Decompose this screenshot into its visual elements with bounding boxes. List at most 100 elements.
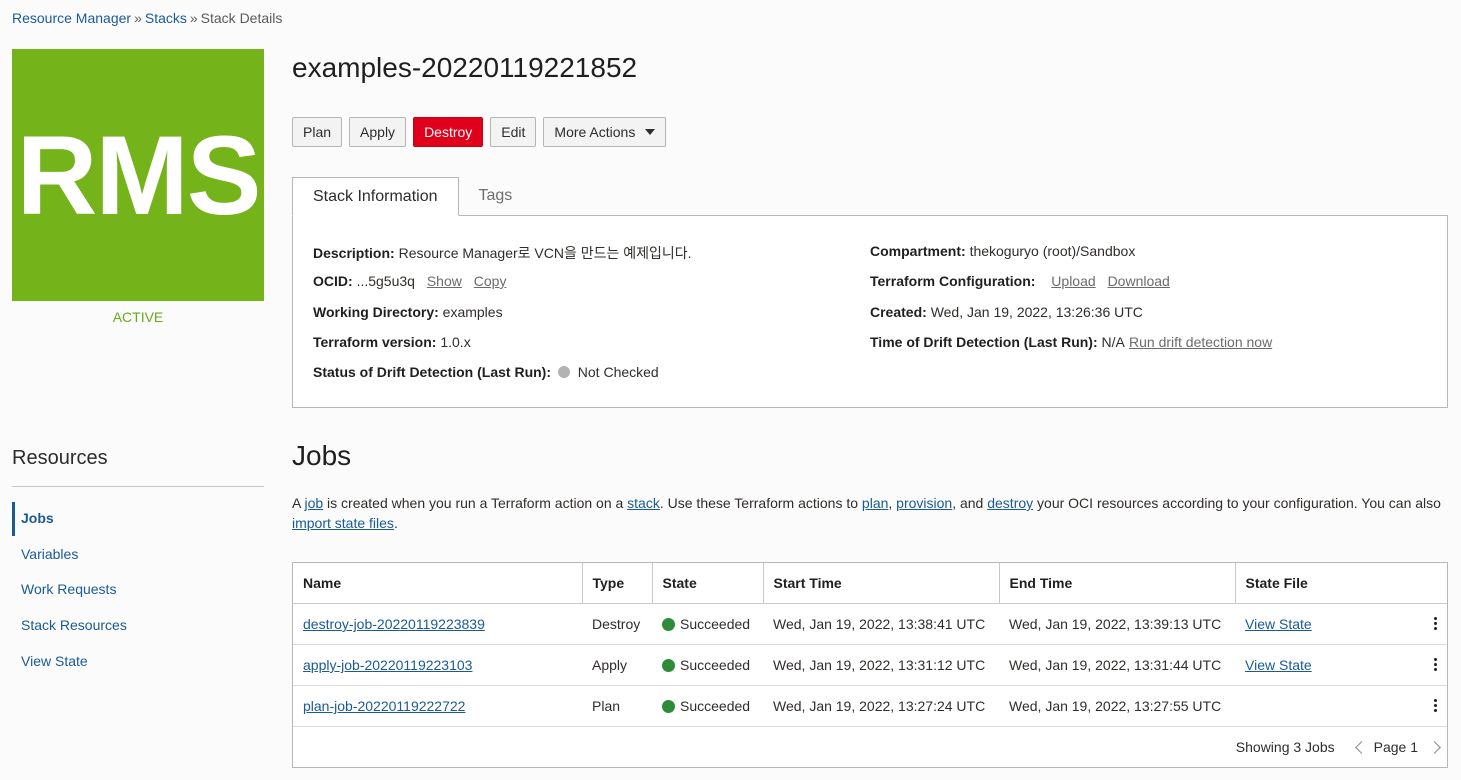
ocid-show-link[interactable]: Show: [427, 273, 462, 289]
success-dot-icon: [662, 618, 675, 631]
caret-down-icon: [645, 129, 656, 135]
showing-count: Showing 3 Jobs: [1235, 739, 1335, 755]
job-name-link[interactable]: apply-job-20220119223103: [303, 657, 472, 673]
description-label: Description:: [313, 245, 395, 261]
lifecycle-state: ACTIVE: [112, 309, 164, 325]
upload-link[interactable]: Upload: [1051, 273, 1095, 289]
tab-stack-information[interactable]: Stack Information: [292, 177, 459, 216]
sidebar-item-variables[interactable]: Variables: [21, 546, 78, 562]
tab-bar: Stack Information Tags: [292, 177, 532, 216]
run-drift-detection-link[interactable]: Run drift detection now: [1129, 334, 1272, 350]
row-actions-menu-icon[interactable]: [1434, 699, 1437, 712]
compartment-label: Compartment:: [870, 243, 966, 259]
table-header-row: Name Type State Start Time End Time Stat…: [293, 563, 1447, 604]
view-state-link[interactable]: View State: [1245, 657, 1312, 673]
compartment-value: thekoguryo (root)/Sandbox: [969, 243, 1136, 259]
breadcrumb-separator: »: [134, 10, 142, 26]
job-end-time: Wed, Jan 19, 2022, 13:39:13 UTC: [999, 603, 1235, 645]
sidebar-item-view-state[interactable]: View State: [21, 653, 88, 669]
more-actions-label: More Actions: [554, 124, 636, 140]
job-name-link[interactable]: destroy-job-20220119223839: [303, 616, 485, 632]
success-dot-icon: [662, 700, 675, 713]
jobs-table: Name Type State Start Time End Time Stat…: [292, 562, 1448, 768]
edit-button[interactable]: Edit: [490, 117, 537, 147]
table-row: destroy-job-20220119223839 Destroy Succe…: [293, 603, 1447, 645]
job-start-time: Wed, Jan 19, 2022, 13:27:24 UTC: [763, 685, 999, 727]
column-header-type[interactable]: Type: [582, 563, 653, 604]
active-item-indicator: [12, 502, 15, 536]
job-type: Plan: [582, 685, 652, 727]
pagination: Showing 3 Jobs Page 1: [1235, 739, 1441, 755]
sidebar-item-jobs[interactable]: Jobs: [21, 510, 54, 526]
status-dot-icon: [557, 366, 570, 378]
description-value: Resource Manager로 VCN을 만드는 예제입니다.: [398, 245, 692, 261]
drift-time-row: Time of Drift Detection (Last Run): N/A …: [870, 334, 1272, 350]
action-bar: Plan Apply Destroy Edit More Actions: [292, 117, 667, 147]
job-state-cell: Succeeded: [652, 685, 763, 727]
job-name-link[interactable]: plan-job-20220119222722: [303, 698, 465, 714]
ocid-value: ...5g5u3q: [356, 273, 415, 289]
created-row: Created: Wed, Jan 19, 2022, 13:26:36 UTC: [870, 304, 1143, 320]
desc-text: ,: [888, 495, 897, 511]
jobs-description: A job is created when you run a Terrafor…: [292, 493, 1452, 533]
desc-text: . Use these Terraform actions to: [659, 495, 862, 511]
stack-link[interactable]: stack: [627, 495, 660, 511]
column-header-state-file[interactable]: State File: [1235, 563, 1447, 604]
drift-time-value: N/A: [1101, 334, 1125, 350]
provision-link[interactable]: provision: [896, 495, 952, 511]
desc-text: , and: [952, 495, 988, 511]
breadcrumb-stacks[interactable]: Stacks: [145, 10, 187, 26]
job-state-cell: Succeeded: [652, 644, 763, 686]
desc-text: is created when you run a Terraform acti…: [323, 495, 628, 511]
terraform-configuration-row: Terraform Configuration: Upload Download: [870, 273, 1170, 289]
ocid-copy-link[interactable]: Copy: [474, 273, 507, 289]
ocid-label: OCID:: [313, 273, 353, 289]
working-directory-row: Working Directory: examples: [313, 304, 503, 320]
job-type: Destroy: [582, 603, 652, 645]
column-header-start-time[interactable]: Start Time: [763, 563, 1000, 604]
chevron-left-icon[interactable]: [1354, 740, 1368, 754]
plan-button[interactable]: Plan: [292, 117, 343, 147]
chevron-right-icon[interactable]: [1428, 740, 1441, 754]
view-state-link[interactable]: View State: [1245, 616, 1312, 632]
created-label: Created:: [870, 304, 927, 320]
job-state-cell: Succeeded: [652, 603, 763, 645]
tab-tags[interactable]: Tags: [459, 177, 533, 215]
working-directory-value: examples: [442, 304, 503, 320]
terraform-version-value: 1.0.x: [440, 334, 471, 350]
breadcrumb-separator: »: [189, 10, 198, 26]
plan-link[interactable]: plan: [862, 495, 888, 511]
download-link[interactable]: Download: [1108, 273, 1170, 289]
row-actions-menu-icon[interactable]: [1434, 617, 1437, 630]
drift-status-row: Status of Drift Detection (Last Run): No…: [313, 364, 659, 380]
sidebar-item-stack-resources[interactable]: Stack Resources: [21, 617, 127, 633]
row-actions-menu-icon[interactable]: [1434, 658, 1437, 671]
column-header-name[interactable]: Name: [293, 563, 583, 604]
stack-information-panel: Description: Resource Manager로 VCN을 만드는 …: [292, 215, 1448, 408]
drift-status-label: Status of Drift Detection (Last Run):: [313, 364, 551, 380]
sidebar-item-work-requests[interactable]: Work Requests: [21, 581, 116, 597]
jobs-title: Jobs: [292, 440, 352, 471]
job-state: Succeeded: [680, 616, 751, 632]
import-state-files-link[interactable]: import state files: [292, 515, 394, 531]
breadcrumb: Resource Manager» Stacks» Stack Details: [12, 10, 282, 26]
table-row: apply-job-20220119223103 Apply Succeeded…: [293, 644, 1447, 686]
drift-status-value: Not Checked: [577, 364, 659, 380]
destroy-link[interactable]: destroy: [987, 495, 1033, 511]
destroy-button[interactable]: Destroy: [413, 117, 484, 147]
breadcrumb-resource-manager[interactable]: Resource Manager: [12, 10, 131, 26]
column-header-end-time[interactable]: End Time: [999, 563, 1236, 604]
desc-text: your OCI resources according to your con…: [1033, 495, 1441, 511]
column-header-state[interactable]: State: [652, 563, 764, 604]
desc-text: A: [292, 495, 305, 511]
success-dot-icon: [662, 659, 675, 672]
terraform-version-row: Terraform version: 1.0.x: [313, 334, 471, 350]
table-row: plan-job-20220119222722 Plan Succeeded W…: [293, 685, 1447, 727]
job-state: Succeeded: [680, 657, 751, 673]
terraform-configuration-label: Terraform Configuration:: [870, 273, 1036, 289]
job-link[interactable]: job: [304, 495, 323, 511]
job-start-time: Wed, Jan 19, 2022, 13:38:41 UTC: [763, 603, 999, 645]
apply-button[interactable]: Apply: [349, 117, 407, 147]
page-title: examples-20220119221852: [292, 52, 638, 83]
more-actions-button[interactable]: More Actions: [543, 117, 667, 147]
